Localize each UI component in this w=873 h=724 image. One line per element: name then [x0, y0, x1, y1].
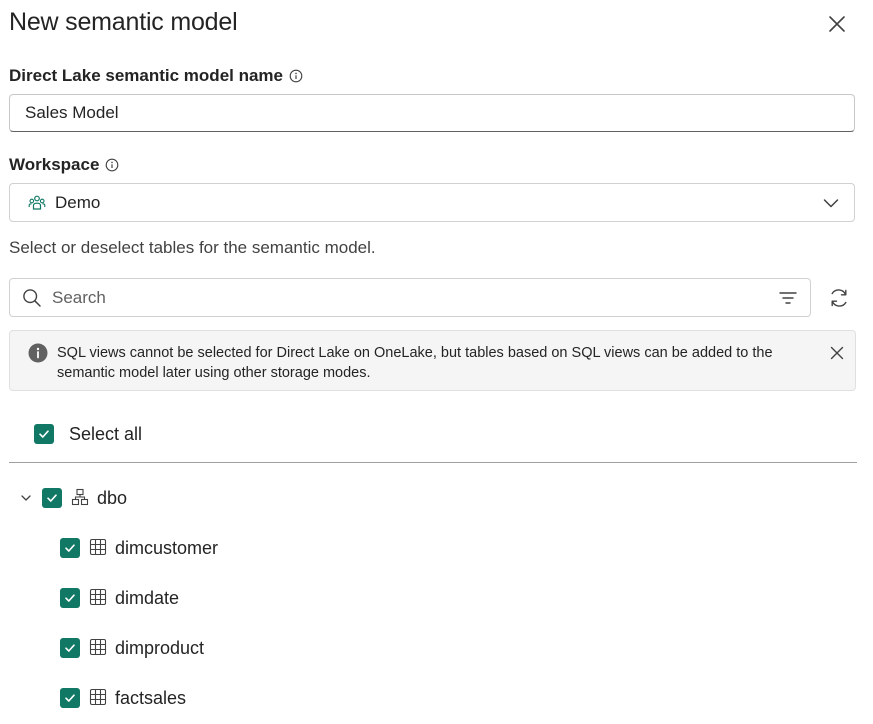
- workspace-selected: Demo: [55, 192, 101, 212]
- refresh-icon: [831, 289, 847, 307]
- schema-name[interactable]: dbo: [97, 488, 127, 509]
- checkmark-icon: [65, 594, 75, 602]
- workspace-label-text: Workspace: [9, 155, 100, 174]
- banner-message: SQL views cannot be selected for Direct …: [57, 345, 773, 381]
- select-all-checkbox[interactable]: [34, 424, 54, 444]
- checkmark-icon: [65, 544, 75, 552]
- banner-dismiss-button[interactable]: [827, 343, 847, 363]
- table-checkbox[interactable]: [60, 588, 80, 608]
- chevron-down-icon: [823, 198, 839, 207]
- table-checkbox[interactable]: [60, 688, 80, 708]
- filter-icon[interactable]: [778, 288, 798, 308]
- table-icon: [89, 638, 107, 656]
- tables-hint: Select or deselect tables for the semant…: [9, 238, 376, 257]
- table-name: dimcustomer: [115, 538, 219, 558]
- table-icon: [89, 688, 107, 706]
- table-checkbox[interactable]: [60, 638, 80, 658]
- search-icon: [23, 288, 41, 307]
- info-icon[interactable]: [105, 158, 119, 172]
- model-name-input[interactable]: Sales Model: [9, 94, 855, 132]
- table-name: dimproduct: [115, 638, 205, 658]
- search-input[interactable]: [50, 286, 778, 309]
- table-icon: [89, 588, 107, 606]
- workspace-icon: [28, 195, 46, 210]
- table-name: factsales: [115, 688, 187, 708]
- checkmark-icon: [39, 430, 49, 438]
- checkmark-icon: [65, 694, 75, 702]
- schema-checkbox[interactable]: [42, 488, 62, 508]
- workspace-dropdown[interactable]: Demo: [9, 183, 855, 222]
- info-banner: SQL views cannot be selected for Direct …: [9, 330, 856, 391]
- close-button[interactable]: [825, 12, 849, 36]
- divider: [9, 462, 857, 463]
- workspace-label: Workspace: [9, 155, 119, 175]
- close-icon: [830, 346, 844, 360]
- schema-icon: [71, 488, 89, 506]
- checkmark-icon: [47, 494, 57, 502]
- dialog-title: New semantic model: [9, 8, 238, 36]
- table-checkbox[interactable]: [60, 538, 80, 558]
- table-name: dimdate: [115, 588, 180, 608]
- table-icon: [89, 538, 107, 556]
- expand-toggle[interactable]: [18, 490, 34, 506]
- model-name-label: Direct Lake semantic model name: [9, 66, 303, 86]
- close-icon: [829, 16, 845, 32]
- checkmark-icon: [65, 644, 75, 652]
- chevron-down-icon: [21, 495, 31, 501]
- info-icon[interactable]: [289, 69, 303, 83]
- model-name-label-text: Direct Lake semantic model name: [9, 66, 284, 85]
- refresh-button[interactable]: [826, 285, 852, 311]
- select-all-label[interactable]: Select all: [69, 424, 142, 445]
- search-box[interactable]: [9, 278, 811, 317]
- info-filled-icon: [28, 343, 48, 363]
